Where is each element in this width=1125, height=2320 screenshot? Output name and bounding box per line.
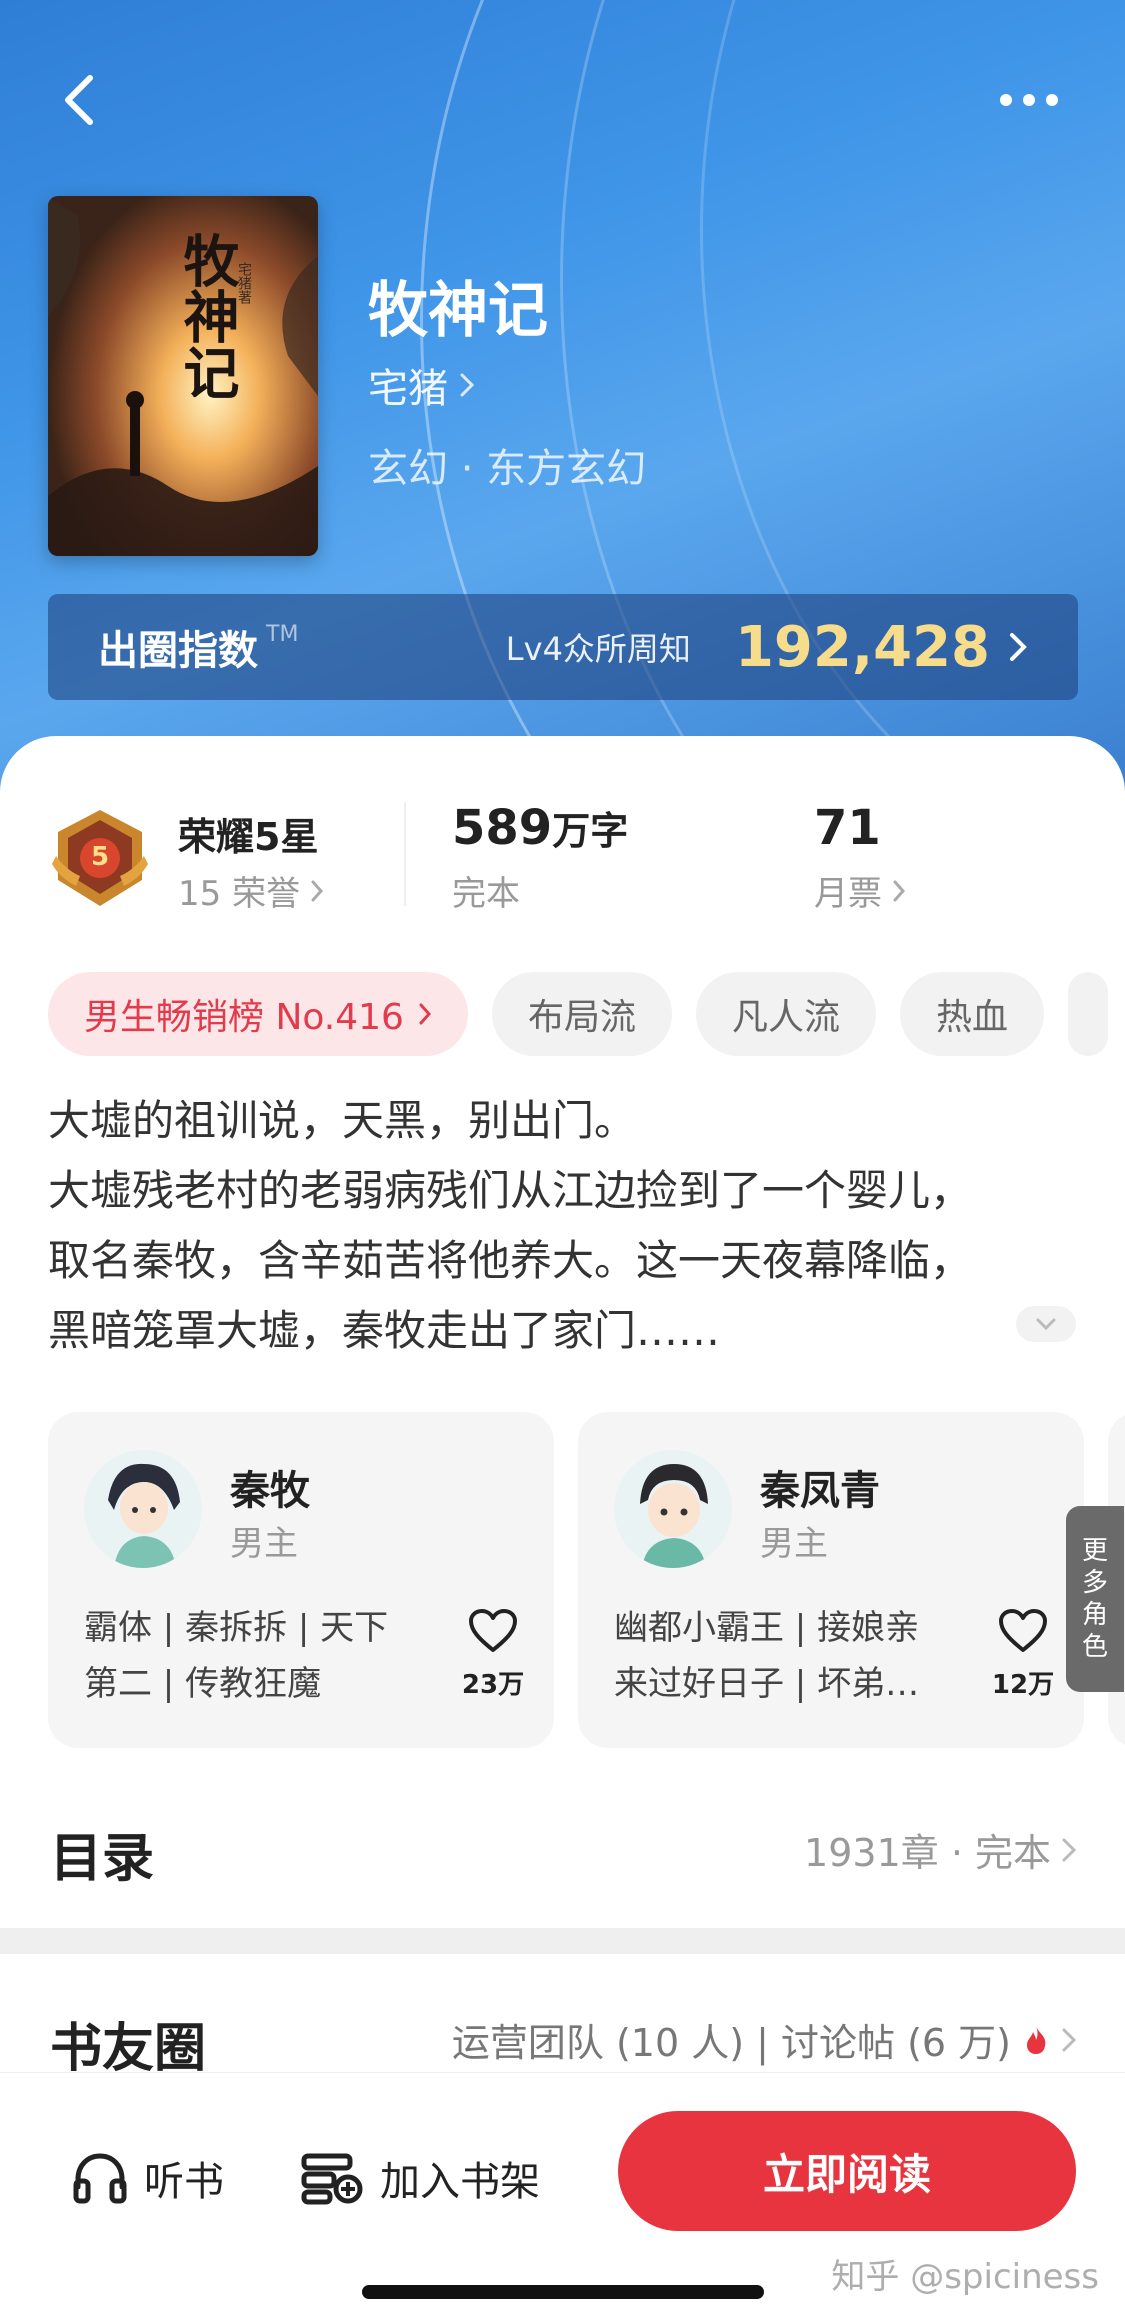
honor-count-link[interactable]: 15 荣誉: [178, 866, 324, 915]
trademark-mark: TM: [266, 622, 299, 647]
home-indicator[interactable]: [362, 2285, 764, 2299]
headphones-icon: [73, 2153, 127, 2204]
listen-button[interactable]: 听书: [72, 2149, 224, 2207]
chevron-left-icon: [65, 75, 93, 125]
fire-icon: [1027, 2025, 1046, 2054]
more-dot-icon: [1000, 94, 1012, 106]
more-dot-icon: [1046, 94, 1058, 106]
book-header: 牧神记 宅猪著 牧神记 宅猪 玄幻 · 东方玄幻 出圈指数 TM Lv4众所周知…: [0, 0, 1125, 800]
monthly-votes-label: 月票: [814, 874, 882, 914]
influence-index-label: 出圈指数: [98, 628, 258, 674]
honor-count: 15 荣誉: [178, 874, 301, 914]
book-circle-title[interactable]: 书友圈: [50, 2006, 206, 2081]
honor-badge-number: 5: [90, 842, 110, 872]
rank-tag[interactable]: 男生畅销榜 No.416: [48, 972, 468, 1056]
more-characters-button[interactable]: 更 多 角 色: [1066, 1506, 1124, 1692]
character-traits: 幽都小霸王 | 接娘亲 来过好日子 | 坏弟…: [614, 1608, 920, 1704]
character-role: 男主: [230, 1524, 298, 1564]
listen-label: 听书: [144, 2159, 224, 2205]
book-title: 牧神记: [368, 276, 548, 346]
chevron-right-icon: [460, 373, 475, 397]
watermark-text: 知乎 @spiciness: [831, 2257, 1099, 2297]
genre-tag[interactable]: 凡人流: [695, 972, 876, 1056]
add-to-shelf-button[interactable]: 加入书架: [300, 2149, 540, 2207]
chevron-right-icon: [1010, 633, 1027, 661]
back-button[interactable]: [60, 72, 110, 128]
character-avatar: [614, 1450, 732, 1568]
character-card[interactable]: 秦凤青 男主 幽都小霸王 | 接娘亲 来过好日子 | 坏弟… 12万: [578, 1412, 1084, 1748]
character-list: 秦牧 男主 霸体 | 秦拆拆 | 天下 第二 | 传教狂魔 23万 秦凤青 男主…: [48, 1412, 1125, 1752]
word-count: 589万字: [452, 800, 628, 856]
honor-badge-icon[interactable]: 5: [50, 806, 150, 914]
like-count: 12万: [991, 1670, 1055, 1700]
character-name: 秦牧: [230, 1468, 310, 1514]
character-role: 男主: [760, 1524, 828, 1564]
character-avatar: [84, 1450, 202, 1568]
more-dot-icon: [1023, 94, 1035, 106]
character-traits: 霸体 | 秦拆拆 | 天下 第二 | 传教狂魔: [84, 1608, 389, 1704]
like-button[interactable]: 12万: [988, 1608, 1058, 1701]
influence-value: 192,428: [734, 614, 990, 680]
honor-title: 荣耀5星: [178, 815, 319, 859]
cover-author: 宅猪著: [236, 262, 252, 304]
chevron-right-icon: [311, 880, 324, 901]
genre-tag[interactable]: 布局流: [491, 972, 672, 1056]
author-link[interactable]: 宅猪: [368, 356, 476, 414]
book-circle-link[interactable]: 运营团队 (10 人) | 讨论帖 (6 万): [452, 2012, 1077, 2067]
chevron-down-icon: [1036, 1318, 1056, 1331]
expand-description-button[interactable]: [1016, 1306, 1076, 1342]
add-bookshelf-icon: [301, 2153, 363, 2205]
tag-list: 男生畅销榜 No.416 布局流 凡人流 热血: [48, 972, 1125, 1056]
chevron-right-icon: [1062, 2028, 1077, 2051]
author-name: 宅猪: [368, 366, 448, 412]
heart-icon: [469, 1609, 517, 1652]
influence-index-bar[interactable]: 出圈指数 TM Lv4众所周知 192,428: [48, 594, 1078, 700]
like-button[interactable]: 23万: [458, 1608, 528, 1701]
catalog-title[interactable]: 目录: [50, 1816, 154, 1891]
book-circle-meta: 运营团队 (10 人) | 讨论帖 (6 万): [451, 2021, 1011, 2065]
section-divider: [0, 1928, 1125, 1954]
add-to-shelf-label: 加入书架: [380, 2159, 540, 2205]
genre-tag[interactable]: 热血: [899, 972, 1044, 1056]
chevron-right-icon: [1062, 1838, 1077, 1861]
heart-icon: [999, 1609, 1047, 1652]
more-options-button[interactable]: [1000, 88, 1070, 112]
character-card[interactable]: 秦牧 男主 霸体 | 秦拆拆 | 天下 第二 | 传教狂魔 23万: [48, 1412, 554, 1748]
catalog-meta: 1931章 · 完本: [804, 1831, 1051, 1875]
read-now-button[interactable]: 立即阅读: [618, 2111, 1076, 2231]
character-name: 秦凤青: [760, 1468, 880, 1514]
word-count-unit: 万字: [552, 809, 629, 853]
chevron-right-icon: [893, 880, 906, 901]
monthly-votes-value: 71: [814, 800, 881, 856]
bottom-action-bar: 听书 加入书架 立即阅读 知乎 @spiciness: [0, 2072, 1125, 2320]
monthly-votes-link[interactable]: 月票: [814, 866, 906, 915]
book-genre: 玄幻 · 东方玄幻: [368, 446, 647, 492]
completion-status: 完本: [452, 874, 520, 914]
book-description: 大墟的祖训说，天黑，别出门。 大墟残老村的老弱病残们从江边捡到了一个婴儿， 取名…: [48, 1096, 973, 1355]
cover-title: 牧神记: [174, 232, 240, 400]
like-count: 23万: [461, 1670, 525, 1700]
influence-level: Lv4众所周知: [505, 630, 691, 668]
stats-divider: [404, 802, 406, 906]
chevron-right-icon: [419, 1003, 431, 1025]
genre-tag-partial[interactable]: [1067, 972, 1108, 1056]
book-cover[interactable]: 牧神记 宅猪著: [48, 196, 318, 556]
word-count-value: 589: [452, 800, 553, 856]
catalog-link[interactable]: 1931章 · 完本: [804, 1822, 1077, 1877]
